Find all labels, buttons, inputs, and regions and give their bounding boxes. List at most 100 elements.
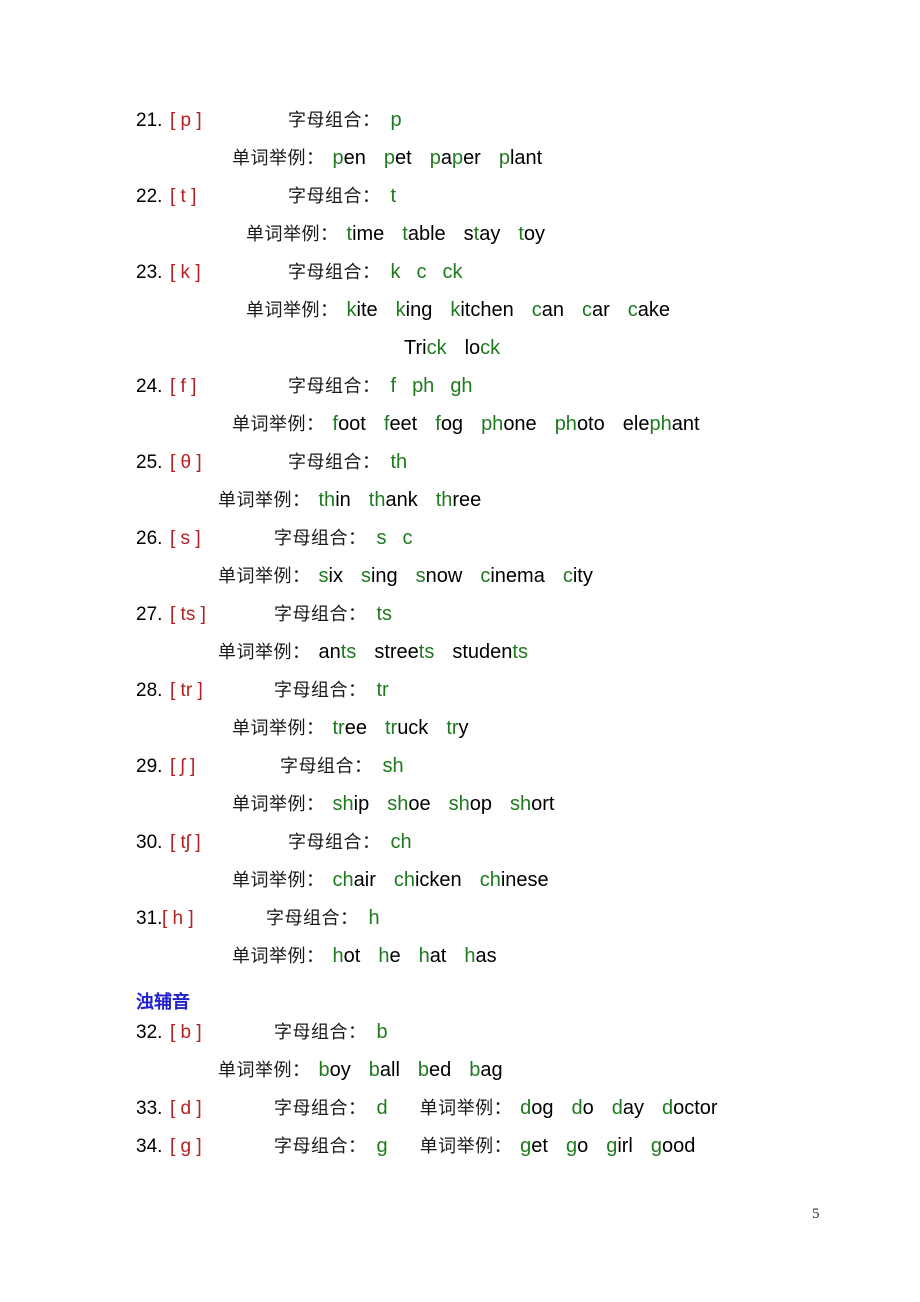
word-highlighted-part: th: [318, 489, 336, 511]
word-example-list: hot he hat has: [333, 946, 515, 966]
word-highlighted-part: sh: [509, 793, 532, 815]
word-plain-part: at: [429, 945, 447, 967]
word-plain-part: e: [389, 945, 401, 967]
phoneme-main-row: 26. [ s ] 字母组合： s c: [136, 528, 896, 566]
word-plain-part: in: [335, 489, 351, 511]
word-example: students: [452, 641, 528, 663]
word-highlighted-part: p: [451, 147, 464, 169]
word-highlighted-part: ch: [332, 869, 354, 891]
word-example-row: 单词举例： ship shoe shop short: [136, 794, 896, 832]
word-example: three: [436, 489, 482, 511]
word-example: try: [446, 717, 468, 739]
word-highlighted-part: d: [571, 1097, 583, 1119]
letter-token: b: [376, 1021, 388, 1043]
phonetic-symbol: [ g ]: [170, 1136, 202, 1157]
word-plain-part: a: [440, 147, 452, 169]
word-plain-part: eet: [389, 413, 418, 435]
word-example: chicken: [394, 869, 462, 891]
word-highlighted-part: h: [464, 945, 476, 967]
word-example: sing: [361, 565, 398, 587]
phoneme-main-row: 27. [ ts ] 字母组合： ts: [136, 604, 896, 642]
word-highlighted-part: tr: [384, 717, 398, 739]
word-example: photo: [555, 413, 605, 435]
word-example: tree: [333, 717, 367, 739]
letter-combination-value: k c ck: [391, 262, 479, 282]
letter-combination-label: 字母组合：: [288, 376, 381, 397]
word-plain-part: ood: [661, 1135, 696, 1157]
word-example: time: [347, 223, 385, 245]
word-plain-part: oy: [329, 1059, 351, 1081]
phoneme-entry: 25.[ θ ] 字母组合： th 单词举例： thin thank three: [136, 452, 896, 528]
word-plain-part: o: [582, 1097, 594, 1119]
phoneme-entry: 29.[ ʃ ] 字母组合： sh 单词举例： ship shoe shop short: [136, 756, 896, 832]
word-example: chinese: [480, 869, 549, 891]
word-example-row: 单词举例： hot he hat has: [136, 946, 896, 984]
letter-token: ch: [390, 831, 412, 853]
word-example: pen: [333, 147, 366, 169]
phonetic-symbol: [ t ]: [170, 186, 197, 207]
section-heading-voiced-consonants: 浊辅音: [136, 992, 190, 1013]
word-example: good: [651, 1135, 696, 1157]
word-plain-part: ing: [405, 299, 433, 321]
word-highlighted-part: sh: [332, 793, 354, 815]
word-example: doctor: [662, 1097, 718, 1119]
word-highlighted-part: s: [360, 565, 371, 587]
word-example: car: [582, 299, 610, 321]
word-highlighted-part: b: [318, 1059, 330, 1081]
letter-token: f: [390, 375, 397, 397]
word-highlighted-part: b: [469, 1059, 481, 1081]
word-plain-part: ree: [452, 489, 482, 511]
word-example: girl: [606, 1135, 633, 1157]
word-example: get: [520, 1135, 548, 1157]
letter-token: k: [390, 261, 401, 283]
word-plain-part: as: [475, 945, 497, 967]
word-plain-part: et: [395, 147, 412, 169]
word-example: stay: [464, 223, 501, 245]
letter-combination-label: 字母组合：: [288, 452, 381, 473]
letter-combination-label: 字母组合：: [274, 1136, 367, 1157]
word-example-row: 单词举例： six sing snow cinema city: [136, 566, 896, 604]
word-highlighted-part: ts: [512, 641, 528, 663]
word-highlighted-part: tr: [332, 717, 345, 739]
word-highlighted-part: s: [415, 565, 426, 587]
word-highlighted-part: c: [562, 565, 573, 587]
word-highlighted-part: sh: [448, 793, 470, 815]
word-example: dog: [520, 1097, 553, 1119]
letter-token: s: [376, 527, 387, 549]
phoneme-entry: 28.[ tr ] 字母组合： tr 单词举例： tree truck try: [136, 680, 896, 756]
word-highlighted-part: th: [435, 489, 453, 511]
word-highlighted-part: d: [611, 1097, 623, 1119]
letter-combination-value: tr: [377, 680, 405, 700]
word-highlighted-part: h: [418, 945, 430, 967]
letter-token: sh: [382, 755, 404, 777]
word-example-list: Trick lock: [404, 338, 518, 358]
word-highlighted-part: ph: [649, 413, 672, 435]
word-plain-part: oot: [338, 413, 366, 435]
entry-index: 28.: [136, 680, 163, 701]
phonetic-symbol: [ d ]: [170, 1098, 202, 1119]
word-example: hot: [333, 945, 361, 967]
word-example-list: boy ball bed bag: [319, 1060, 521, 1080]
word-plain-part: Tri: [404, 337, 427, 359]
word-plain-part: en: [343, 147, 366, 169]
phonetic-symbol: [ f ]: [170, 376, 197, 397]
word-plain-part: irl: [617, 1135, 633, 1157]
phoneme-main-row: 29. [ ʃ ] 字母组合： sh: [136, 756, 896, 794]
word-example-row: 单词举例： pen pet paper plant: [136, 148, 896, 186]
entry-index: 29.: [136, 756, 163, 777]
word-example: cinema: [480, 565, 544, 587]
phoneme-main-row: 34.[ g ] 字母组合： g 单词举例： get go girl good: [136, 1136, 896, 1174]
word-example-label: 单词举例：: [232, 946, 325, 967]
word-highlighted-part: g: [565, 1135, 578, 1157]
letter-combination-value: p: [391, 110, 418, 130]
word-example: shoe: [387, 793, 430, 815]
word-plain-part: ity: [572, 565, 593, 587]
entry-index: 30.: [136, 832, 163, 853]
entry-index: 24.: [136, 376, 163, 397]
word-highlighted-part: b: [417, 1059, 430, 1081]
word-example: chair: [333, 869, 376, 891]
phoneme-entry: 24.[ f ] 字母组合： f ph gh 单词举例： foot feet fog phone p…: [136, 376, 896, 452]
word-example-label: 单词举例：: [232, 794, 325, 815]
word-example: hat: [419, 945, 447, 967]
phonetic-symbol: [ b ]: [170, 1022, 202, 1043]
